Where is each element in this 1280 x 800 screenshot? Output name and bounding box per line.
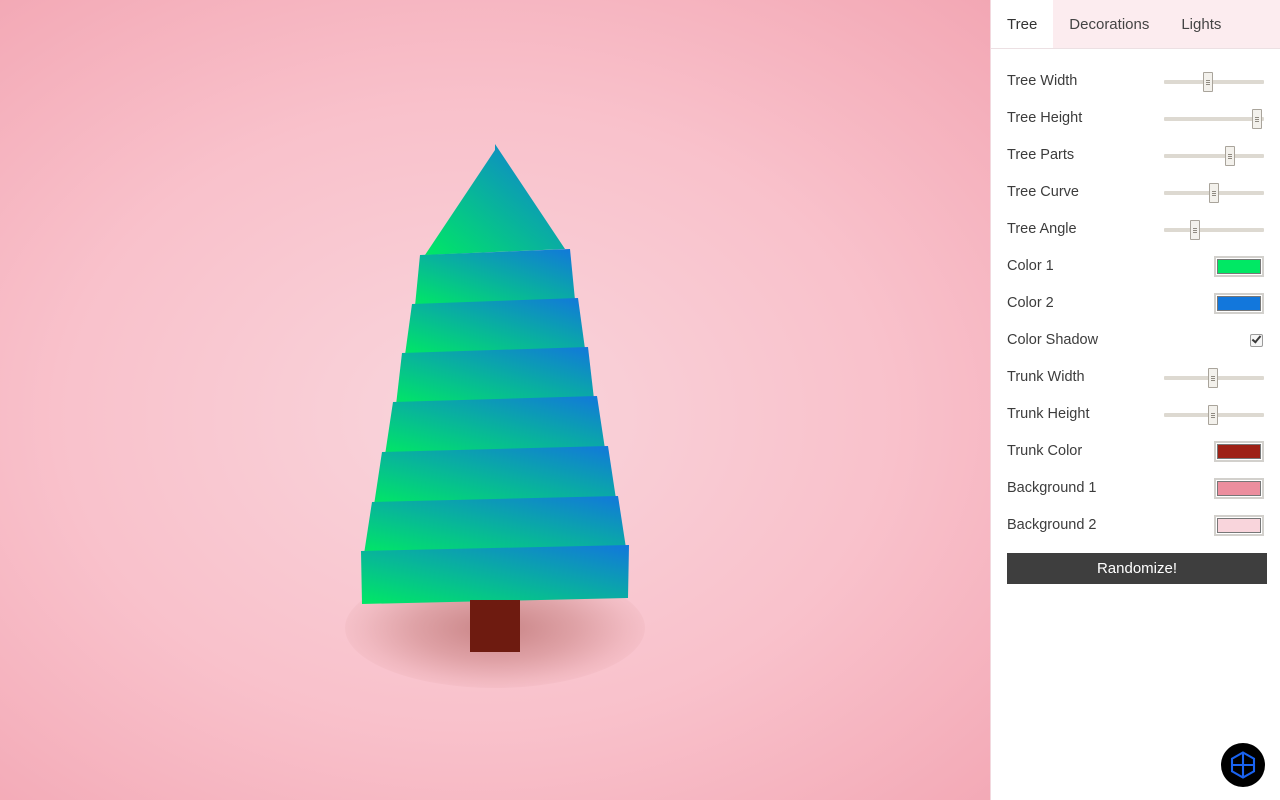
tree-layer-7 <box>364 496 626 554</box>
tab-tree[interactable]: Tree <box>991 0 1054 48</box>
control-row-tree-width: Tree Width <box>1007 63 1264 100</box>
tree-layer-3 <box>405 298 585 355</box>
tree-layer-1 <box>425 144 565 255</box>
control-widget-wrap <box>1157 100 1264 137</box>
control-row-tree-parts: Tree Parts <box>1007 137 1264 174</box>
control-widget-wrap <box>1157 174 1264 211</box>
control-label-background-1: Background 1 <box>1007 479 1097 496</box>
control-row-trunk-width: Trunk Width <box>1007 359 1264 396</box>
control-row-color-1: Color 1 <box>1007 248 1264 285</box>
control-label-background-2: Background 2 <box>1007 516 1097 533</box>
control-row-color-shadow: Color Shadow <box>1007 322 1264 359</box>
control-widget-wrap <box>1157 322 1264 359</box>
control-widget-wrap <box>1157 396 1264 433</box>
control-row-background-2: Background 2 <box>1007 507 1264 544</box>
tree-layer-2 <box>415 249 575 306</box>
control-row-trunk-height: Trunk Height <box>1007 396 1264 433</box>
slider-track[interactable] <box>1164 116 1264 121</box>
slider-trunk-height[interactable] <box>1164 404 1264 426</box>
slider-track[interactable] <box>1164 153 1264 158</box>
control-label-trunk-color: Trunk Color <box>1007 442 1083 459</box>
slider-track[interactable] <box>1164 79 1264 84</box>
color-swatch-fill <box>1217 296 1261 311</box>
control-list: Tree Width Tree Height Tree Parts Tree Curv… <box>991 49 1280 544</box>
control-label-color-1: Color 1 <box>1007 257 1054 274</box>
slider-tree-parts[interactable] <box>1164 145 1264 167</box>
control-row-tree-curve: Tree Curve <box>1007 174 1264 211</box>
tree-layer-4 <box>396 347 594 405</box>
control-widget-wrap <box>1157 248 1264 285</box>
randomize-row: Randomize! <box>991 544 1280 584</box>
slider-thumb[interactable] <box>1252 108 1262 129</box>
control-label-tree-parts: Tree Parts <box>1007 146 1075 163</box>
checkbox-color-shadow[interactable] <box>1250 333 1263 347</box>
control-widget-wrap <box>1157 470 1264 507</box>
control-widget-wrap <box>1157 433 1264 470</box>
control-label-tree-curve: Tree Curve <box>1007 183 1079 200</box>
color-swatch-fill <box>1217 444 1261 459</box>
control-row-background-1: Background 1 <box>1007 470 1264 507</box>
tree-trunk <box>470 600 520 652</box>
control-panel: Tree Decorations Lights Tree Width Tree Hei… <box>990 0 1280 800</box>
slider-thumb[interactable] <box>1203 71 1213 92</box>
tab-bar: Tree Decorations Lights <box>991 0 1280 49</box>
slider-trunk-width[interactable] <box>1164 367 1264 389</box>
control-widget-wrap <box>1157 211 1264 248</box>
tree-layer-6 <box>374 446 616 505</box>
control-label-tree-angle: Tree Angle <box>1007 220 1077 237</box>
slider-tree-curve[interactable] <box>1164 182 1264 204</box>
control-label-trunk-height: Trunk Height <box>1007 405 1090 422</box>
tree-graphic <box>361 144 629 652</box>
control-label-color-2: Color 2 <box>1007 294 1054 311</box>
control-label-trunk-width: Trunk Width <box>1007 368 1085 385</box>
slider-tree-width[interactable] <box>1164 71 1264 93</box>
control-widget-wrap <box>1157 137 1264 174</box>
control-label-tree-height: Tree Height <box>1007 109 1083 126</box>
control-row-color-2: Color 2 <box>1007 285 1264 322</box>
control-row-trunk-color: Trunk Color <box>1007 433 1264 470</box>
control-widget-wrap <box>1157 285 1264 322</box>
color-swatch-fill <box>1217 518 1261 533</box>
control-label-color-shadow: Color Shadow <box>1007 331 1099 348</box>
tree-layer-5 <box>385 396 605 455</box>
control-widget-wrap <box>1157 507 1264 544</box>
tree-generator-app: Tree Decorations Lights Tree Width Tree Hei… <box>0 0 1280 800</box>
check-icon <box>1251 333 1262 344</box>
slider-thumb[interactable] <box>1208 404 1218 425</box>
color-swatch-color-2[interactable] <box>1214 293 1264 314</box>
randomize-button[interactable]: Randomize! <box>1007 553 1267 584</box>
color-swatch-fill <box>1217 259 1261 274</box>
color-swatch-trunk-color[interactable] <box>1214 441 1264 462</box>
color-swatch-color-1[interactable] <box>1214 256 1264 277</box>
slider-tree-height[interactable] <box>1164 108 1264 130</box>
slider-track[interactable] <box>1164 227 1264 232</box>
slider-thumb[interactable] <box>1209 182 1219 203</box>
control-widget-wrap <box>1157 359 1264 396</box>
color-swatch-background-2[interactable] <box>1214 515 1264 536</box>
control-row-tree-height: Tree Height <box>1007 100 1264 137</box>
tab-lights[interactable]: Lights <box>1165 0 1237 48</box>
slider-thumb[interactable] <box>1190 219 1200 240</box>
hexagon-h-logo-icon[interactable] <box>1221 743 1265 787</box>
control-label-tree-width: Tree Width <box>1007 72 1078 89</box>
tree-layer-8 <box>361 545 629 604</box>
slider-thumb[interactable] <box>1208 367 1218 388</box>
tree-stage <box>0 0 990 800</box>
tab-decorations[interactable]: Decorations <box>1053 0 1165 48</box>
slider-tree-angle[interactable] <box>1164 219 1264 241</box>
color-swatch-fill <box>1217 481 1261 496</box>
slider-thumb[interactable] <box>1225 145 1235 166</box>
tree-canvas[interactable] <box>0 0 990 800</box>
hexagon-h-logo-svg <box>1230 751 1256 779</box>
control-widget-wrap <box>1157 63 1264 100</box>
control-row-tree-angle: Tree Angle <box>1007 211 1264 248</box>
color-swatch-background-1[interactable] <box>1214 478 1264 499</box>
